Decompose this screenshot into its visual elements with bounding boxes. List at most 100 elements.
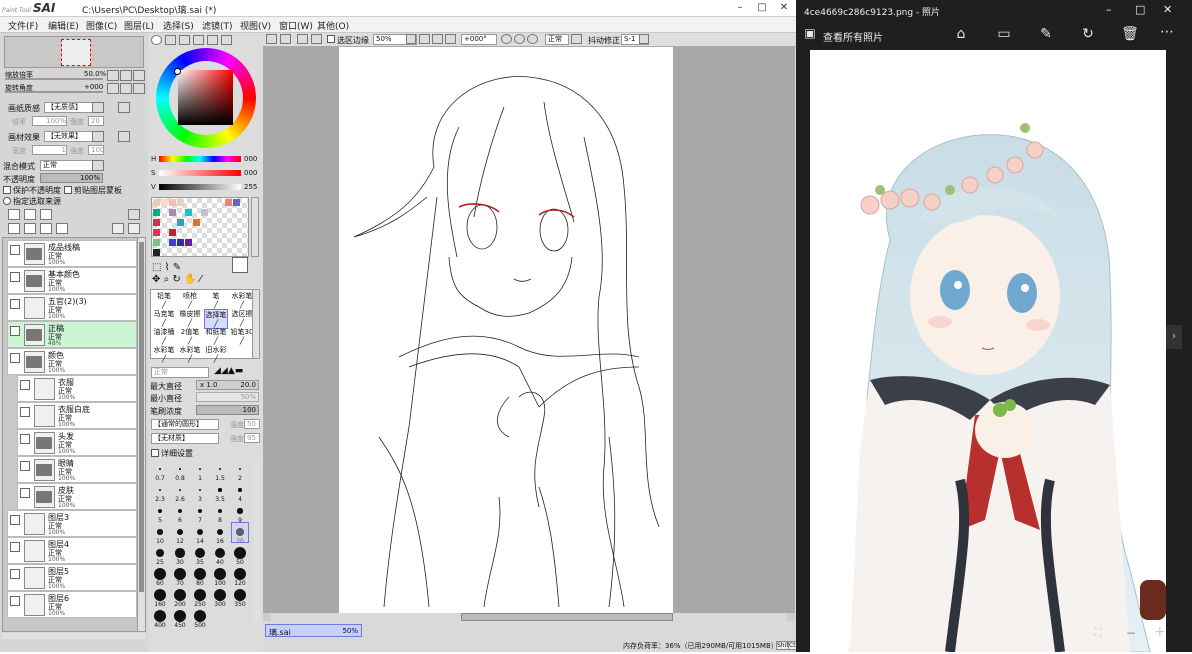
max-size-slider[interactable]: x 1.0 20.0	[196, 380, 259, 390]
zoom-dropdown-icon[interactable]	[406, 34, 416, 44]
menu-filter[interactable]: 滤镜(T)	[202, 19, 233, 32]
layer-item[interactable]: 衣服白底 正常 100%	[17, 402, 137, 429]
brush-tool-item[interactable]: 喷枪 ╱	[178, 291, 202, 311]
canvas-angle-field[interactable]: +000°	[461, 34, 497, 45]
saturation-slider[interactable]	[159, 170, 241, 176]
menu-image[interactable]: 图像(C)	[86, 19, 117, 32]
layer-item[interactable]: 颜色 正常 100%	[7, 348, 137, 375]
invert-selection-button[interactable]	[311, 34, 322, 44]
visibility-toggle[interactable]	[10, 353, 20, 363]
visibility-toggle[interactable]	[10, 542, 20, 552]
brush-size-dot[interactable]	[194, 610, 206, 622]
stabilizer-dropdown-icon[interactable]	[639, 34, 649, 44]
menu-window[interactable]: 窗口(W)	[279, 19, 313, 32]
visibility-toggle[interactable]	[10, 515, 20, 525]
brush-size-dot[interactable]	[194, 547, 206, 559]
color-picker-handle[interactable]	[174, 68, 181, 75]
clear-layer-icon[interactable]	[40, 223, 52, 234]
brush-size-dot[interactable]	[218, 488, 222, 492]
visibility-toggle[interactable]	[10, 326, 20, 336]
brush-size-dot[interactable]	[159, 468, 161, 470]
zoom-out-canvas-button[interactable]	[419, 34, 430, 44]
swatch-scrollbar[interactable]	[251, 197, 259, 257]
menu-layer[interactable]: 图层(L)	[124, 19, 154, 32]
zoom-in-photo-icon[interactable]: +	[1154, 624, 1168, 640]
rotate-icon[interactable]: ↻	[1078, 26, 1098, 42]
brush-tool-item[interactable]: 选区擦 ╱	[230, 309, 254, 329]
brush-edge-presets[interactable]: ◢◢▲▬	[214, 367, 258, 377]
brush-tool-scrollbar[interactable]	[252, 289, 260, 359]
deselect-button[interactable]	[297, 34, 308, 44]
brush-tool-item[interactable]: 旧水彩 ╱	[204, 345, 228, 365]
view-all-photos-link[interactable]: 查看所有照片	[823, 29, 883, 44]
brush-size-dot[interactable]	[197, 508, 203, 514]
material-effect-dropdown-icon[interactable]	[92, 131, 104, 142]
move-icon[interactable]: ✥	[152, 274, 160, 285]
menu-file[interactable]: 文件(F)	[8, 19, 38, 32]
brush-tool-item[interactable]: 2值笔 ╱	[178, 327, 202, 347]
value-slider[interactable]	[159, 184, 241, 190]
brush-size-dot[interactable]	[158, 509, 162, 513]
new-linework-layer-icon[interactable]	[24, 209, 36, 220]
document-tab[interactable]: 璃.sai 50%	[265, 624, 362, 637]
brush-size-dot[interactable]	[154, 610, 166, 622]
material-strength-field[interactable]: 100	[88, 145, 104, 155]
edit-pen-icon[interactable]: ✎	[1036, 26, 1056, 42]
hsv-slider-tab[interactable]	[179, 35, 190, 45]
delete-layer-icon[interactable]	[56, 223, 68, 234]
brush-size-dot[interactable]	[157, 529, 163, 535]
rotate-tool-icon[interactable]: ↻	[172, 274, 180, 285]
brush-tool-item[interactable]: 油漆桶 ╱	[152, 327, 176, 347]
saturation-value-square[interactable]	[178, 70, 233, 125]
max-size-multiplier[interactable]: x 1.0	[200, 381, 218, 389]
zoom-reset-button[interactable]	[133, 70, 145, 81]
layer-item[interactable]: 图层3 正常 100%	[7, 510, 137, 537]
paper-strength-field[interactable]: 20	[88, 116, 104, 126]
visibility-toggle[interactable]	[20, 461, 30, 471]
select-source-checkbox[interactable]	[3, 197, 11, 205]
visibility-toggle[interactable]	[10, 245, 20, 255]
brush-size-dot[interactable]	[154, 568, 166, 580]
color-wheel[interactable]	[156, 48, 256, 148]
rect-select-icon[interactable]: ⬚	[152, 262, 161, 273]
fit-screen-icon[interactable]: ⛶	[1094, 626, 1108, 640]
brush-tool-item[interactable]: 马克笔 ╱	[152, 309, 176, 329]
visibility-toggle[interactable]	[10, 299, 20, 309]
select-edge-checkbox[interactable]	[327, 35, 335, 43]
rotate-cw-button[interactable]	[514, 34, 525, 44]
layer-item[interactable]: 图层6 正常 100%	[7, 591, 137, 618]
visibility-toggle[interactable]	[10, 569, 20, 579]
brush-size-dot[interactable]	[194, 589, 206, 601]
brush-size-dot[interactable]	[178, 488, 182, 492]
photos-minimize-icon[interactable]: –	[1106, 3, 1112, 16]
brush-tool-item[interactable]: 水彩笔 ╱	[152, 345, 176, 365]
menu-view[interactable]: 视图(V)	[240, 19, 271, 32]
brush-size-dot[interactable]	[154, 589, 166, 601]
merge-down-icon[interactable]	[24, 223, 36, 234]
copy-layer-icon[interactable]	[8, 223, 20, 234]
rotate-ccw-button[interactable]	[501, 34, 512, 44]
rgb-slider-tab[interactable]	[165, 35, 176, 45]
brush-size-dot[interactable]	[174, 589, 186, 601]
swatch-tab[interactable]	[207, 35, 218, 45]
brush-size-dot[interactable]	[175, 548, 185, 558]
rotate-right-button[interactable]	[120, 83, 132, 94]
rotate-left-button[interactable]	[107, 83, 119, 94]
visibility-toggle[interactable]	[20, 380, 30, 390]
brush-tool-item[interactable]: 笔 ╱	[204, 291, 228, 311]
layer-item[interactable]: 眼睛 正常 100%	[17, 456, 137, 483]
layer-item[interactable]: 皮肤 正常 100%	[17, 483, 137, 510]
photo-viewer[interactable]	[810, 50, 1166, 653]
brush-tool-item[interactable]: 铅笔 ╱	[152, 291, 176, 311]
photos-close-icon[interactable]: ✕	[1163, 3, 1172, 16]
brush-size-dot[interactable]	[174, 568, 186, 580]
brush-size-dot[interactable]	[155, 548, 165, 558]
menu-edit[interactable]: 编辑(E)	[48, 19, 79, 32]
paper-texture-apply-icon[interactable]	[118, 102, 130, 113]
color-swatches[interactable]	[151, 197, 249, 257]
brush-size-dot[interactable]	[214, 547, 226, 559]
brush-tool-item[interactable]: 选择笔 ╱	[204, 309, 228, 329]
brush-tool-item[interactable]: 水彩笔 ╱	[230, 291, 254, 311]
blend-mode-select[interactable]: 正常	[40, 160, 100, 171]
scratchpad-tab[interactable]	[221, 35, 232, 45]
